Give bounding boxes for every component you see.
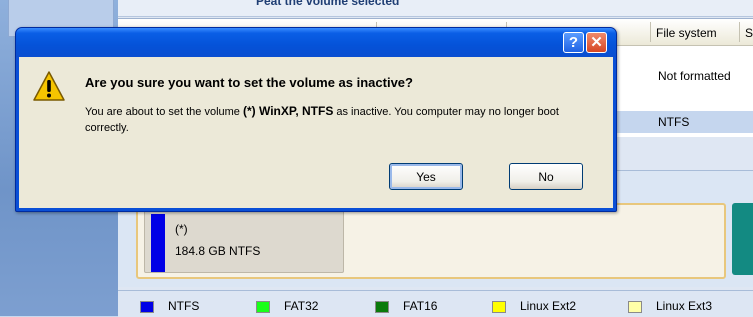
dialog-titlebar[interactable]: ? ✕ bbox=[16, 28, 616, 57]
yes-button[interactable]: Yes bbox=[389, 163, 463, 190]
filesystem-legend: NTFS FAT32 FAT16 Linux Ext2 Linux Ext3 bbox=[118, 290, 753, 317]
dialog-message-volume: (*) WinXP, NTFS bbox=[242, 104, 334, 118]
table-cell-file-system[interactable]: NTFS bbox=[658, 115, 689, 129]
close-button[interactable]: ✕ bbox=[586, 32, 607, 53]
partition-color-bar bbox=[151, 214, 165, 272]
help-button[interactable]: ? bbox=[563, 32, 584, 53]
dialog-message-prefix: You are about to set the volume bbox=[85, 106, 243, 118]
legend-label: Linux Ext3 bbox=[656, 299, 713, 313]
next-disk-block[interactable] bbox=[732, 203, 753, 275]
disk-map: (*) 184.8 GB NTFS bbox=[136, 203, 726, 279]
legend-label: FAT16 bbox=[403, 299, 438, 313]
legend-swatch bbox=[256, 301, 270, 313]
no-button[interactable]: No bbox=[509, 163, 583, 190]
partition-label: (*) bbox=[175, 222, 188, 236]
dialog-body: Are you sure you want to set the volume … bbox=[19, 57, 613, 208]
warning-icon bbox=[33, 71, 65, 101]
column-header-size[interactable]: S bbox=[745, 26, 753, 40]
dialog-question: Are you sure you want to set the volume … bbox=[85, 75, 413, 90]
legend-swatch bbox=[140, 301, 154, 313]
section-header: Peat the volume selected bbox=[118, 0, 753, 17]
legend-label: NTFS bbox=[168, 299, 200, 313]
legend-swatch bbox=[628, 301, 642, 313]
confirm-dialog: ? ✕ Are you sure you want to set the vol… bbox=[15, 27, 617, 212]
partition-size: 184.8 GB NTFS bbox=[175, 244, 261, 258]
column-divider[interactable] bbox=[650, 22, 651, 42]
column-header-file-system[interactable]: File system bbox=[656, 26, 717, 40]
dialog-message: You are about to set the volume (*) WinX… bbox=[85, 103, 590, 136]
legend-swatch bbox=[492, 301, 506, 313]
partition-block[interactable]: (*) 184.8 GB NTFS bbox=[144, 209, 344, 273]
legend-label: FAT32 bbox=[284, 299, 319, 313]
column-divider[interactable] bbox=[739, 22, 740, 42]
section-header-text: Peat the volume selected bbox=[256, 0, 400, 8]
table-cell-file-system[interactable]: Not formatted bbox=[658, 69, 731, 83]
legend-label: Linux Ext2 bbox=[520, 299, 577, 313]
legend-swatch bbox=[375, 301, 389, 313]
